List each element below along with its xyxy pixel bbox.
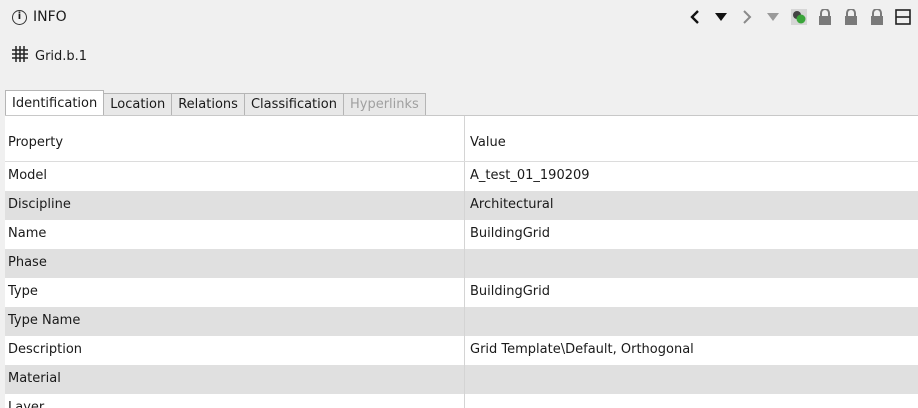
property-cell: Description [5,336,465,365]
table-row[interactable]: Phase [5,249,918,278]
lock-icon[interactable] [816,8,834,26]
info-circle-icon: i [12,9,27,25]
lock-icon[interactable] [842,8,860,26]
grid-icon [12,46,28,66]
table-row[interactable]: Model A_test_01_190209 [5,162,918,191]
table-row[interactable]: Type BuildingGrid [5,278,918,307]
properties-table: Property Value Model A_test_01_190209 Di… [5,115,918,408]
value-cell: Grid Template\Default, Orthogonal [470,342,694,357]
panel-title-label: INFO [33,9,67,25]
panel-header: i INFO [0,0,918,36]
value-cell [465,249,918,278]
property-cell: Material [5,365,465,394]
element-name: Grid.b.1 [35,48,88,64]
forward-arrow-icon[interactable] [738,8,756,26]
property-cell: Type Name [5,307,465,336]
panel-title: i INFO [12,9,67,25]
back-dropdown-icon[interactable] [712,8,730,26]
value-cell [465,394,918,408]
tab-location[interactable]: Location [103,93,173,115]
property-cell: Model [5,162,465,191]
tab-identification[interactable]: Identification [5,90,105,115]
table-row[interactable]: Description Grid Template\Default, Ortho… [5,336,918,365]
table-header: Property Value [5,116,918,162]
value-cell: Architectural [470,197,554,212]
value-cell: A_test_01_190209 [470,168,590,183]
property-cell: Phase [5,249,465,278]
back-arrow-icon[interactable] [686,8,704,26]
property-cell: Layer [5,394,465,408]
forward-dropdown-icon[interactable] [764,8,782,26]
property-cell: Discipline [5,191,465,220]
table-row[interactable]: Type Name [5,307,918,336]
property-cell: Type [5,278,465,307]
property-cell: Name [5,220,465,249]
tab-hyperlinks: Hyperlinks [342,93,426,115]
element-heading: Grid.b.1 [12,46,87,66]
value-cell [465,365,918,394]
toolbar [686,8,912,26]
value-cell [465,307,918,336]
tab-classification[interactable]: Classification [243,93,344,115]
lock-icon[interactable] [868,8,886,26]
value-cell: BuildingGrid [470,284,551,299]
column-header-value[interactable]: Value [465,116,918,161]
selection-tool-icon[interactable] [790,8,808,26]
window-icon[interactable] [894,8,912,26]
table-row[interactable]: Material [5,365,918,394]
column-header-property[interactable]: Property [5,116,465,161]
table-row[interactable]: Discipline Architectural [5,191,918,220]
value-cell: BuildingGrid [470,226,551,241]
tab-relations[interactable]: Relations [171,93,245,115]
table-row[interactable]: Name BuildingGrid [5,220,918,249]
tab-bar: Identification Location Relations Classi… [5,90,426,115]
table-row[interactable]: Layer [5,394,918,408]
